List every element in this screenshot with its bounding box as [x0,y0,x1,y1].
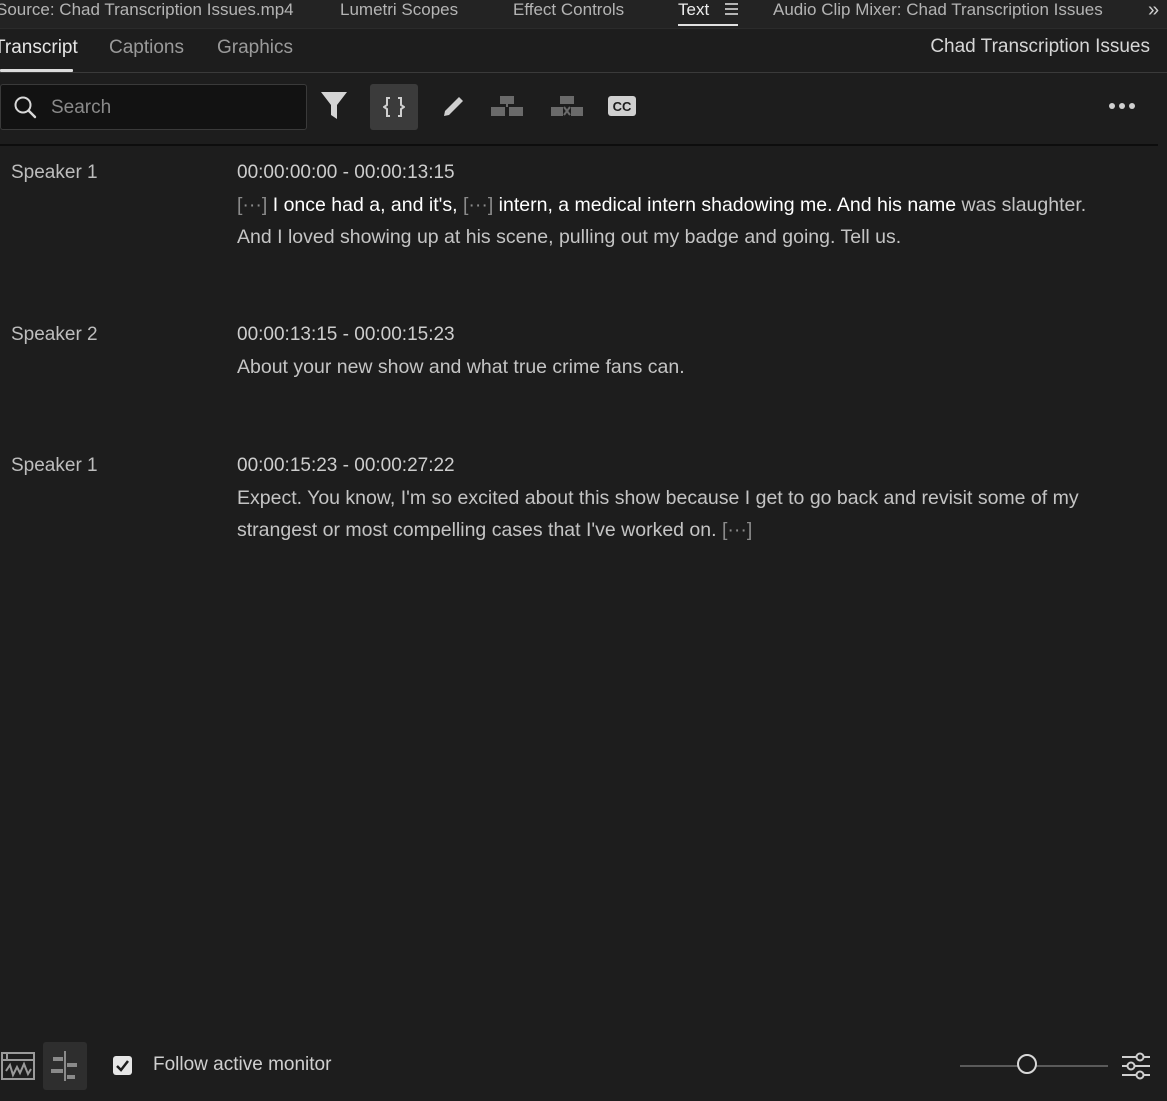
speaker-label[interactable]: Speaker 1 [11,162,98,184]
speaker-label[interactable]: Speaker 2 [11,324,98,346]
more-icon [1109,103,1135,109]
timeline-align-icon [51,1051,77,1081]
tab-graphics[interactable]: Graphics [217,37,293,59]
filter-icon [321,92,347,119]
transcript-sequence-button[interactable] [0,1042,40,1090]
tab-source-monitor[interactable]: Source: Chad Transcription Issues.mp4 [0,0,294,24]
merge-segments-icon [491,96,523,116]
follow-monitor-checkbox[interactable] [113,1056,132,1075]
align-sequence-button[interactable] [43,1042,87,1090]
transcript-toolbar: CC [0,72,1167,146]
speaker-label[interactable]: Speaker 1 [11,455,98,477]
create-captions-button[interactable]: CC [604,88,640,124]
segment-timecode: 00:00:13:15 - 00:00:15:23 [237,324,455,345]
segment-text[interactable]: Expect. You know, I'm so excited about t… [237,483,1117,546]
split-speaker-button[interactable] [549,88,585,124]
zoom-slider-handle[interactable] [1016,1054,1037,1074]
follow-monitor-label[interactable]: Follow active monitor [153,1054,331,1076]
overflow-tabs-icon[interactable]: » [1148,0,1159,20]
transcript-word-run[interactable]: intern, a medical intern shadowing me. A… [493,194,956,216]
pencil-icon [444,97,463,116]
footer-bar: Follow active monitor [0,1038,1167,1101]
tab-text-label: Text [678,0,710,19]
transcript-word-run[interactable]: Expect. You know, I'm so excited about t… [237,487,1079,541]
merge-segments-button[interactable] [489,88,525,124]
split-segment-icon [383,97,405,117]
text-panel: Source: Chad Transcription Issues.mp4 Lu… [0,0,1167,1101]
search-box[interactable] [0,84,307,130]
more-options-button[interactable] [1104,88,1140,124]
tab-transcript[interactable]: Transcript [0,37,78,59]
unrecognized-gap-marker[interactable]: [···] [237,194,267,216]
segment-timecode: 00:00:15:23 - 00:00:27:22 [237,455,455,476]
segment-text[interactable]: About your new show and what true crime … [237,352,1117,384]
sub-tab-row: Transcript Captions Graphics Chad Transc… [0,28,1167,73]
tab-effect-controls[interactable]: Effect Controls [513,0,624,24]
edit-button[interactable] [436,88,472,124]
sequence-name: Chad Transcription Issues [930,36,1150,57]
cc-icon: CC [608,96,636,116]
filter-button[interactable] [316,88,352,124]
unrecognized-gap-marker[interactable]: [···] [463,194,493,216]
transcript-word-run[interactable]: I once had a, and it's, [267,194,463,216]
unrecognized-gap-marker[interactable]: [···] [722,519,752,541]
panel-tab-strip: Source: Chad Transcription Issues.mp4 Lu… [0,0,1167,29]
checkmark-icon [116,1060,129,1072]
tab-audio-clip-mixer[interactable]: Audio Clip Mixer: Chad Transcription Iss… [773,0,1103,24]
sequence-waveform-icon [1,1052,35,1080]
toolbar-divider [0,144,1158,146]
segment-timecode: 00:00:00:00 - 00:00:13:15 [237,162,455,183]
sliders-settings-icon[interactable] [1121,1052,1151,1080]
tab-captions[interactable]: Captions [109,37,184,59]
search-icon [14,96,37,119]
tab-lumetri-scopes[interactable]: Lumetri Scopes [340,0,458,24]
split-segment-button[interactable] [370,84,418,130]
transcript-word-run[interactable]: About your new show and what true crime … [237,356,685,378]
segment-text[interactable]: [···] I once had a, and it's, [···] inte… [237,190,1117,253]
split-speaker-icon [551,96,583,116]
svg-text:CC: CC [613,99,632,114]
panel-menu-icon[interactable] [725,3,738,15]
search-input[interactable] [49,91,303,125]
